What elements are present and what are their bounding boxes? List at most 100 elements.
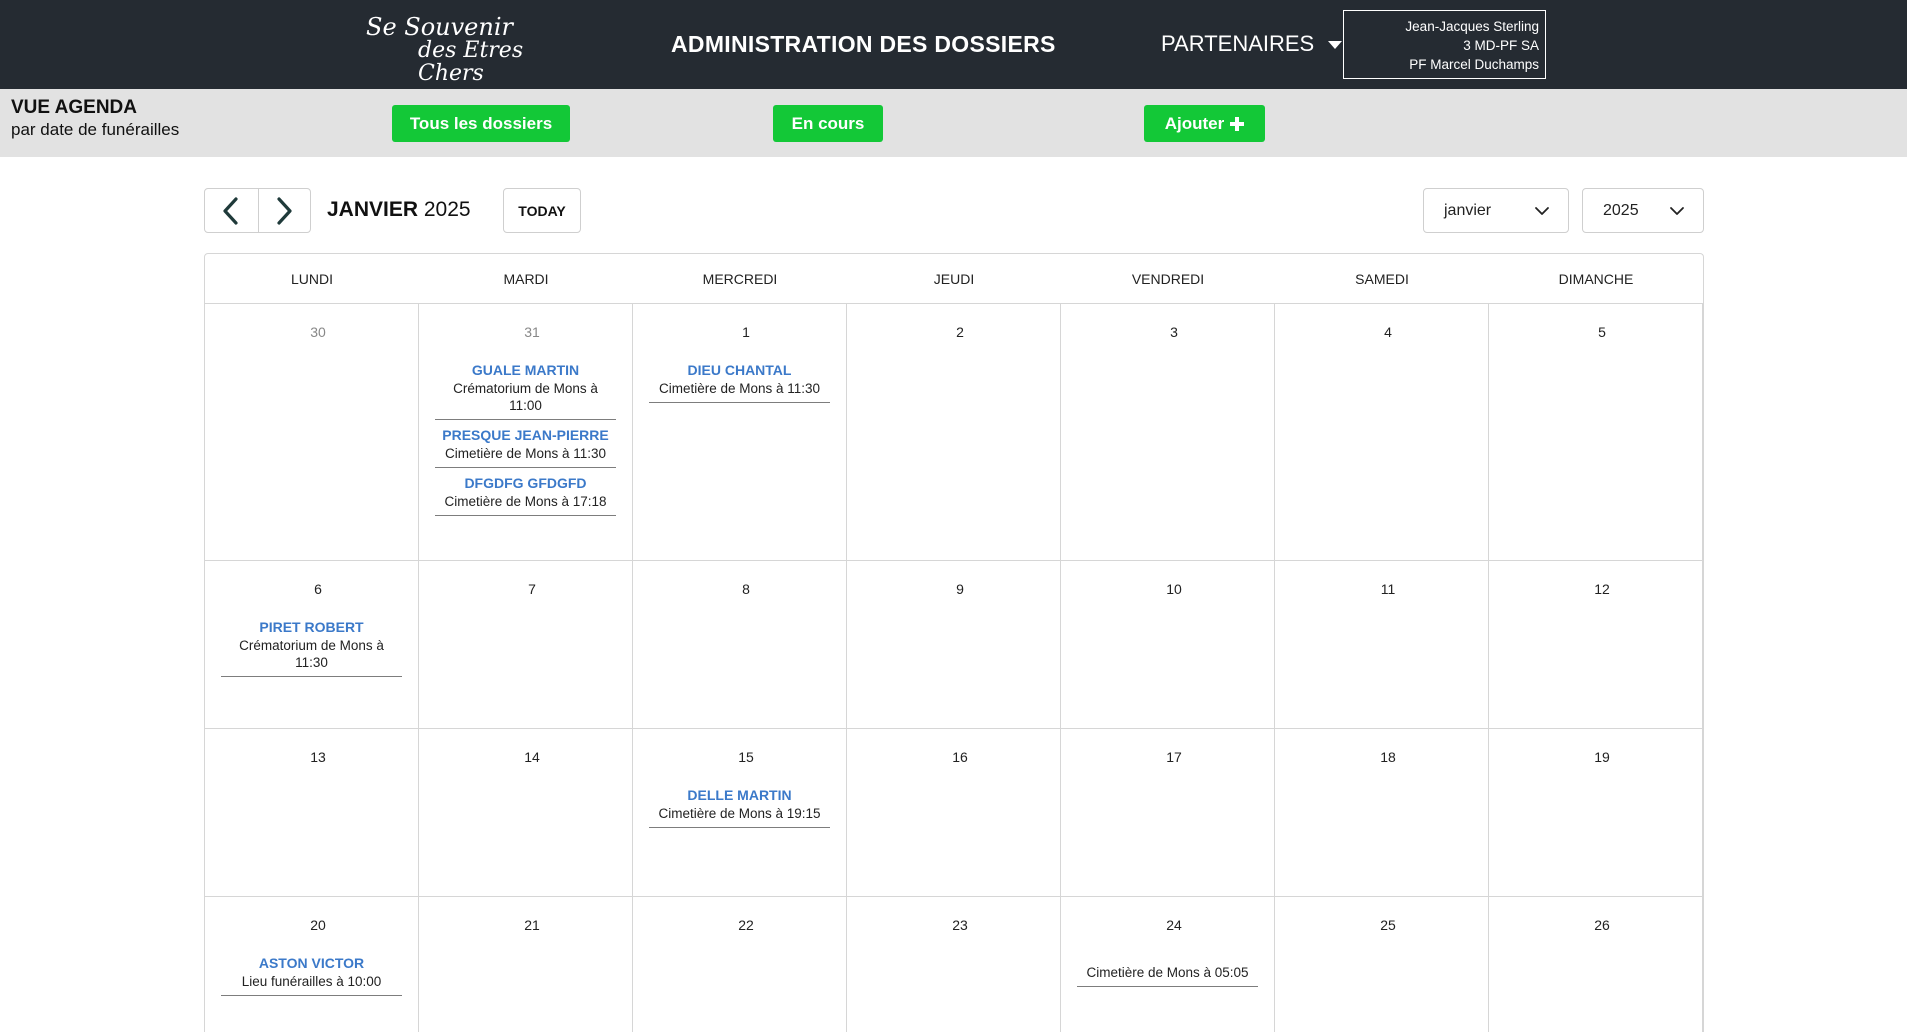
- day-number: 3: [1170, 324, 1178, 340]
- event-deceased-name[interactable]: PRESQUE JEAN-PIERRE: [435, 426, 616, 445]
- day-number: 12: [1594, 581, 1610, 597]
- day-cell[interactable]: 25: [1275, 897, 1489, 1032]
- event-list: Cimetière de Mons à 05:05: [1077, 954, 1258, 993]
- day-cell[interactable]: 16: [847, 729, 1061, 897]
- current-month: JANVIER: [327, 198, 419, 221]
- day-cell[interactable]: 18: [1275, 729, 1489, 897]
- caret-down-icon: [1328, 41, 1343, 49]
- all-files-button[interactable]: Tous les dossiers: [392, 105, 570, 142]
- view-title-sub: par date de funérailles: [11, 120, 180, 139]
- event-deceased-name[interactable]: DELLE MARTIN: [649, 786, 830, 805]
- day-cell[interactable]: 31 GUALE MARTIN Crématorium de Mons à 11:0…: [419, 304, 633, 561]
- calendar-event[interactable]: DFGDFG GFDGFD Cimetière de Mons à 17:18: [435, 474, 616, 516]
- day-number: 14: [524, 749, 540, 765]
- day-number: 6: [314, 581, 322, 597]
- event-deceased-name[interactable]: ASTON VICTOR: [221, 954, 402, 973]
- weekday-header-row: LUNDI MARDI MERCREDI JEUDI VENDREDI SAMEDI DIM…: [205, 254, 1703, 304]
- partners-menu[interactable]: PARTENAIRES: [1161, 31, 1343, 57]
- calendar-event[interactable]: Cimetière de Mons à 05:05: [1077, 954, 1258, 987]
- day-number: 20: [310, 917, 326, 933]
- day-number: 21: [524, 917, 540, 933]
- day-cell[interactable]: 10: [1061, 561, 1275, 729]
- day-cell[interactable]: 8: [633, 561, 847, 729]
- day-cell[interactable]: 11: [1275, 561, 1489, 729]
- event-list: DIEU CHANTAL Cimetière de Mons à 11:30: [649, 361, 830, 409]
- day-cell[interactable]: 17: [1061, 729, 1275, 897]
- weekday-header: VENDREDI: [1131, 271, 1205, 287]
- event-location: Cimetière de Mons à 05:05: [1086, 965, 1249, 980]
- calendar-event[interactable]: ASTON VICTOR Lieu funérailles à 10:00: [221, 954, 402, 996]
- event-deceased-name[interactable]: DFGDFG GFDGFD: [435, 474, 616, 493]
- event-deceased-name[interactable]: GUALE MARTIN: [435, 361, 616, 380]
- calendar-event[interactable]: PRESQUE JEAN-PIERRE Cimetière de Mons à 1…: [435, 426, 616, 468]
- day-number: 15: [738, 749, 754, 765]
- event-deceased-name[interactable]: DIEU CHANTAL: [649, 361, 830, 380]
- day-cell[interactable]: 5: [1489, 304, 1703, 561]
- weekday-header: SAMEDI: [1355, 271, 1409, 287]
- day-cell[interactable]: 1 DIEU CHANTAL Cimetière de Mons à 11:30: [633, 304, 847, 561]
- day-cell[interactable]: 2: [847, 304, 1061, 561]
- day-number: 8: [742, 581, 750, 597]
- weekday-header: MARDI: [503, 271, 549, 287]
- calendar-event[interactable]: GUALE MARTIN Crématorium de Mons à 11:00: [435, 361, 616, 420]
- calendar-grid: LUNDI MARDI MERCREDI JEUDI VENDREDI SAMEDI DIM…: [204, 253, 1704, 1032]
- partners-label: PARTENAIRES: [1161, 31, 1315, 56]
- event-list: DELLE MARTIN Cimetière de Mons à 19:15: [649, 786, 830, 834]
- event-list: GUALE MARTIN Crématorium de Mons à 11:00 P…: [435, 361, 616, 522]
- event-location: Crématorium de Mons à 11:30: [239, 638, 384, 670]
- day-number: 25: [1380, 917, 1396, 933]
- next-month-button[interactable]: [257, 189, 311, 232]
- day-cell[interactable]: 30: [205, 304, 419, 561]
- day-cell[interactable]: 23: [847, 897, 1061, 1032]
- user-info-box[interactable]: Jean-Jacques Sterling 3 MD-PF SA PF Marc…: [1343, 10, 1546, 79]
- year-select[interactable]: 2025: [1582, 188, 1704, 233]
- in-progress-button[interactable]: En cours: [773, 105, 883, 142]
- calendar-event[interactable]: DELLE MARTIN Cimetière de Mons à 19:15: [649, 786, 830, 828]
- day-number: 7: [528, 581, 536, 597]
- day-cell[interactable]: 9: [847, 561, 1061, 729]
- user-name: Jean-Jacques Sterling: [1405, 19, 1539, 34]
- calendar-event[interactable]: PIRET ROBERT Crématorium de Mons à 11:30: [221, 618, 402, 677]
- sub-header: VUE AGENDA par date de funérailles Tous …: [0, 89, 1907, 157]
- day-cell[interactable]: 13: [205, 729, 419, 897]
- day-number: 16: [952, 749, 968, 765]
- top-header: Se Souvenir des Etres Chers ADMINISTRATI…: [0, 0, 1907, 89]
- day-cell[interactable]: 20 ASTON VICTOR Lieu funérailles à 10:00: [205, 897, 419, 1032]
- day-number: 31: [524, 324, 540, 340]
- day-number: 30: [310, 324, 326, 340]
- logo[interactable]: Se Souvenir des Etres Chers: [366, 13, 548, 85]
- prev-month-button[interactable]: [205, 189, 258, 232]
- day-cell[interactable]: 21: [419, 897, 633, 1032]
- day-number: 17: [1166, 749, 1182, 765]
- day-number: 1: [742, 324, 750, 340]
- day-cell[interactable]: 3: [1061, 304, 1275, 561]
- day-cell[interactable]: 6 PIRET ROBERT Crématorium de Mons à 11:30: [205, 561, 419, 729]
- day-number: 18: [1380, 749, 1396, 765]
- chevron-down-icon: [1670, 207, 1684, 215]
- chevron-down-icon: [1535, 207, 1549, 215]
- current-year: 2025: [423, 198, 471, 221]
- add-button[interactable]: Ajouter: [1144, 105, 1265, 142]
- day-number: 22: [738, 917, 754, 933]
- calendar-event[interactable]: DIEU CHANTAL Cimetière de Mons à 11:30: [649, 361, 830, 403]
- day-cell[interactable]: 22: [633, 897, 847, 1032]
- day-cell[interactable]: 26: [1489, 897, 1703, 1032]
- logo-line-1: Se Souvenir: [366, 13, 513, 41]
- day-cell[interactable]: 19: [1489, 729, 1703, 897]
- month-select[interactable]: janvier: [1423, 188, 1569, 233]
- day-cell[interactable]: 15 DELLE MARTIN Cimetière de Mons à 19:15: [633, 729, 847, 897]
- weekday-header: DIMANCHE: [1558, 271, 1634, 287]
- day-cell[interactable]: 4: [1275, 304, 1489, 561]
- day-cell[interactable]: 7: [419, 561, 633, 729]
- event-location: Crématorium de Mons à 11:00: [453, 381, 598, 413]
- weekday-header: JEUDI: [933, 271, 975, 287]
- event-location: Cimetière de Mons à 17:18: [444, 494, 607, 509]
- event-deceased-name[interactable]: PIRET ROBERT: [221, 618, 402, 637]
- today-button[interactable]: TODAY: [503, 188, 581, 233]
- event-list: PIRET ROBERT Crématorium de Mons à 11:30: [221, 618, 402, 683]
- day-cell[interactable]: 14: [419, 729, 633, 897]
- day-cell[interactable]: 24 Cimetière de Mons à 05:05: [1061, 897, 1275, 1032]
- day-number: 13: [310, 749, 326, 765]
- day-number: 10: [1166, 581, 1182, 597]
- day-cell[interactable]: 12: [1489, 561, 1703, 729]
